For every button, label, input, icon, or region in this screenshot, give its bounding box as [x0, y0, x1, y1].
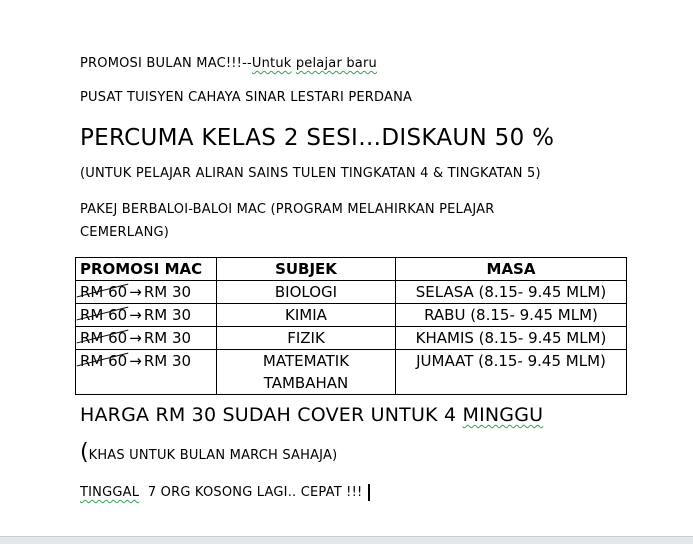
subject-cell: MATEMATIK TAMBAHAN: [216, 349, 396, 395]
time-cell: KHAMIS (8.15- 9.45 MLM): [395, 326, 627, 350]
new-price: RM 30: [143, 306, 192, 324]
price-coverage-minggu: MINGGU: [462, 404, 544, 426]
subject-name-line2: TAMBAHAN: [263, 374, 349, 392]
subject-name: FIZIK: [287, 329, 325, 347]
package-line-1: PAKEJ BERBALOI-BALOI MAC (PROGRAM MELAHI…: [80, 202, 495, 217]
subject-name: BIOLOGI: [274, 283, 338, 301]
old-price: RM 60: [80, 306, 128, 324]
subject-cell: FIZIK: [216, 326, 396, 350]
march-only-line: (KHAS UNTUK BULAN MARCH SAHAJA): [80, 440, 337, 465]
table-row: RM 60 → RM 30 FIZIK KHAMIS (8.15- 9.45 MLM…: [75, 326, 627, 350]
seats-left-text: 7 ORG KOSONG LAGI.. CEPAT !!!: [147, 485, 363, 500]
open-paren: (: [80, 440, 89, 465]
text-cursor: [368, 484, 371, 501]
subject-name: KIMIA: [285, 306, 327, 324]
price-cell: RM 60 → RM 30: [75, 280, 217, 304]
table-header-row: PROMOSI MAC SUBJEK MASA: [75, 257, 627, 281]
arrow-icon: →: [129, 306, 142, 324]
arrow-icon: →: [129, 283, 142, 301]
old-price: RM 60: [80, 283, 128, 301]
price-coverage-line: HARGA RM 30 SUDAH COVER UNTUK 4 MINGGU: [80, 404, 543, 426]
promo-heading-untuk: Untuk: [251, 56, 292, 71]
time-cell: RABU (8.15- 9.45 MLM): [395, 303, 627, 327]
promo-table: PROMOSI MAC SUBJEK MASA RM 60 → RM 30 BIOL…: [75, 257, 627, 395]
eligibility-note: (UNTUK PELAJAR ALIRAN SAINS TULEN TINGKA…: [80, 166, 541, 181]
time-cell: JUMAAT (8.15- 9.45 MLM): [395, 349, 627, 395]
header-masa: MASA: [395, 257, 627, 281]
table-row: RM 60 → RM 30 MATEMATIK TAMBAHAN JUMAAT (8.…: [75, 349, 627, 395]
price-cell: RM 60 → RM 30: [75, 326, 217, 350]
old-price: RM 60: [80, 329, 128, 347]
table-row: RM 60 → RM 30 KIMIA RABU (8.15- 9.45 MLM): [75, 303, 627, 327]
price-cell: RM 60 → RM 30: [75, 349, 217, 395]
promo-heading-suffix: pelajar baru: [295, 56, 377, 71]
subject-cell: KIMIA: [216, 303, 396, 327]
time-cell: SELASA (8.15- 9.45 MLM): [395, 280, 627, 304]
old-price: RM 60: [80, 352, 128, 370]
header-subjek: SUBJEK: [216, 257, 396, 281]
package-line-2: CEMERLANG): [80, 225, 170, 240]
subject-name: MATEMATIK: [262, 352, 350, 370]
seats-left-line: TINGGAL 7 ORG KOSONG LAGI.. CEPAT !!!: [80, 484, 371, 501]
table-row: RM 60 → RM 30 BIOLOGI SELASA (8.15- 9.45 M…: [75, 280, 627, 304]
new-price: RM 30: [143, 283, 192, 301]
free-class-headline: PERCUMA KELAS 2 SESI…DISKAUN 50 %: [80, 125, 555, 151]
new-price: RM 30: [143, 352, 192, 370]
promo-heading-line: PROMOSI BULAN MAC!!!--Untuk pelajar baru: [80, 56, 377, 71]
arrow-icon: →: [129, 329, 142, 347]
centre-name: PUSAT TUISYEN CAHAYA SINAR LESTARI PERDA…: [80, 90, 413, 105]
document-page[interactable]: PROMOSI BULAN MAC!!!--Untuk pelajar baru…: [0, 0, 693, 536]
march-only-text: KHAS UNTUK BULAN MARCH SAHAJA): [88, 448, 338, 463]
price-cell: RM 60 → RM 30: [75, 303, 217, 327]
header-promosi: PROMOSI MAC: [75, 257, 217, 281]
subject-cell: BIOLOGI: [216, 280, 396, 304]
new-price: RM 30: [143, 329, 192, 347]
arrow-icon: →: [129, 352, 142, 370]
promo-heading-prefix: PROMOSI BULAN MAC!!!--: [80, 56, 252, 71]
price-coverage-text: HARGA RM 30 SUDAH COVER UNTUK 4: [80, 404, 457, 426]
seats-left-tinggal: TINGGAL: [80, 485, 140, 500]
